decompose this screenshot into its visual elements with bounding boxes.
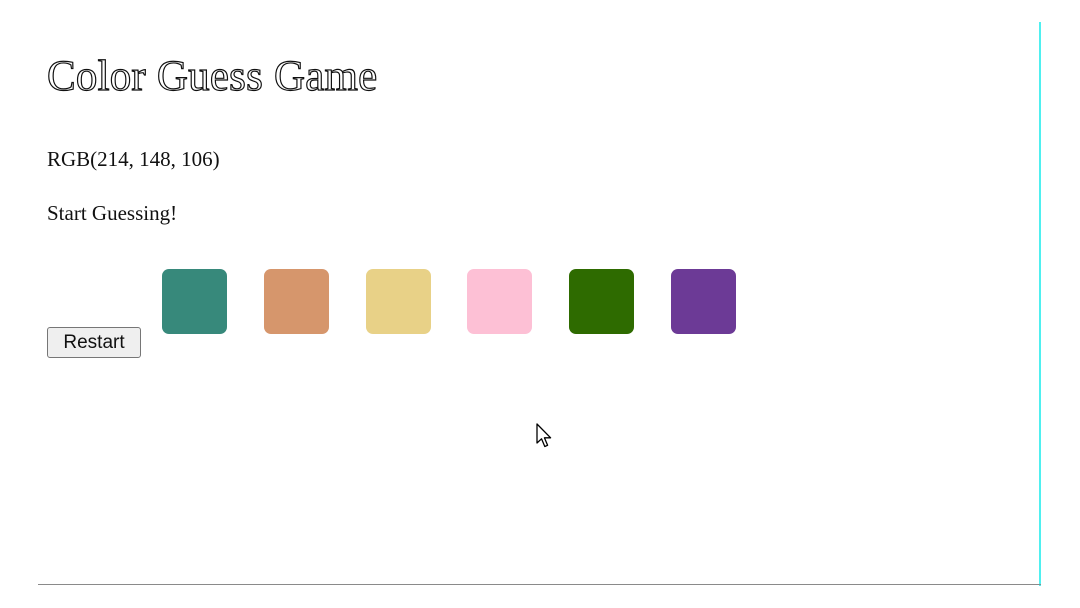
color-square-2[interactable]	[264, 269, 329, 334]
color-square-3[interactable]	[366, 269, 431, 334]
status-message: Start Guessing!	[47, 201, 178, 225]
window-right-border	[1039, 22, 1041, 586]
window-bottom-border	[38, 584, 1041, 585]
rgb-target-text: RGB(214, 148, 106)	[47, 147, 220, 171]
game-page: Color Guess Game RGB(214, 148, 106) Star…	[0, 0, 1080, 608]
color-square-4[interactable]	[467, 269, 532, 334]
color-square-1[interactable]	[162, 269, 227, 334]
page-title: Color Guess Game	[46, 52, 378, 100]
color-square-5[interactable]	[569, 269, 634, 334]
mouse-pointer-icon	[536, 423, 554, 449]
restart-button[interactable]: Restart	[47, 327, 141, 358]
color-square-6[interactable]	[671, 269, 736, 334]
